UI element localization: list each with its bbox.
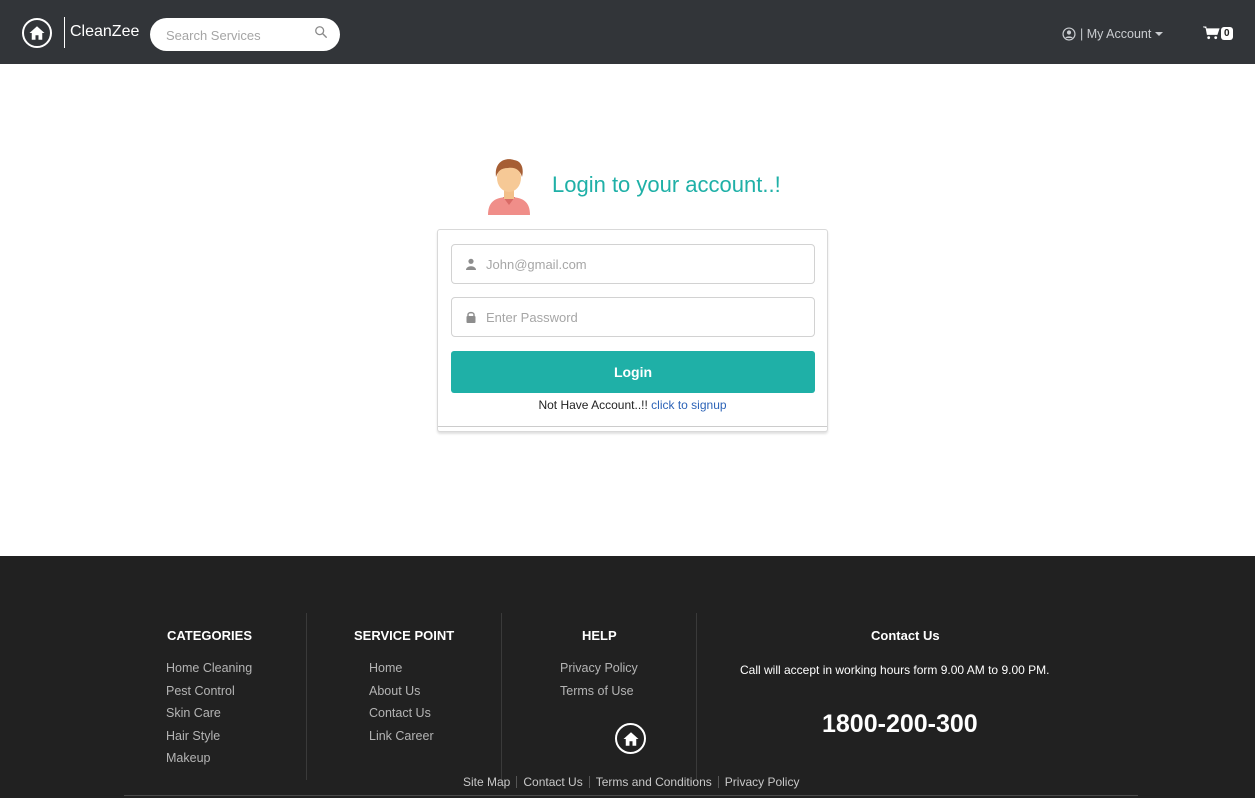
search-input[interactable] bbox=[166, 26, 306, 44]
card-divider bbox=[438, 426, 827, 427]
contact-phone: 1800-200-300 bbox=[822, 710, 978, 738]
contact-title: Contact Us bbox=[871, 628, 940, 643]
footer-link-help[interactable]: Privacy Policy bbox=[560, 657, 638, 680]
footer-bottom-link[interactable]: Contact Us bbox=[517, 775, 588, 789]
brand-name[interactable]: CleanZee bbox=[70, 22, 139, 42]
footer-column-divider bbox=[501, 613, 502, 780]
search-box bbox=[150, 18, 340, 51]
email-field-wrapper bbox=[451, 244, 815, 284]
top-navbar: CleanZee | My Account 0 bbox=[0, 0, 1255, 64]
footer-bottom-link[interactable]: Site Map bbox=[457, 775, 516, 789]
cart-icon bbox=[1203, 26, 1220, 40]
password-field-wrapper bbox=[451, 297, 815, 337]
footer-link-service[interactable]: Home bbox=[369, 657, 434, 680]
home-icon bbox=[29, 26, 45, 40]
footer-link-help[interactable]: Terms of Use bbox=[560, 680, 638, 703]
search-icon[interactable] bbox=[314, 25, 328, 39]
avatar-icon bbox=[488, 159, 530, 215]
footer-link-category[interactable]: Makeup bbox=[166, 747, 252, 770]
footer: CATEGORIES Home Cleaning Pest Control Sk… bbox=[0, 556, 1255, 798]
footer-bottom-link[interactable]: Terms and Conditions bbox=[590, 775, 718, 789]
signup-prompt: Not Have Account..!! click to signup bbox=[438, 397, 827, 413]
cart-count-badge: 0 bbox=[1221, 26, 1233, 40]
help-list: Privacy Policy Terms of Use bbox=[560, 657, 638, 702]
no-account-text: Not Have Account..!! bbox=[538, 398, 652, 412]
footer-home-logo[interactable] bbox=[615, 723, 646, 754]
help-title: HELP bbox=[582, 628, 617, 643]
footer-link-category[interactable]: Home Cleaning bbox=[166, 657, 252, 680]
login-button[interactable]: Login bbox=[451, 351, 815, 393]
signup-link[interactable]: click to signup bbox=[651, 398, 726, 412]
footer-column-divider bbox=[306, 613, 307, 780]
home-logo-button[interactable] bbox=[22, 18, 52, 48]
footer-link-service[interactable]: Link Career bbox=[369, 725, 434, 748]
password-field[interactable] bbox=[486, 308, 796, 326]
footer-link-service[interactable]: Contact Us bbox=[369, 702, 434, 725]
login-card: Login Not Have Account..!! click to sign… bbox=[437, 229, 828, 432]
email-field[interactable] bbox=[486, 255, 796, 273]
footer-column-divider bbox=[696, 613, 697, 780]
login-title: Login to your account..! bbox=[552, 172, 781, 197]
user-circle-icon bbox=[1062, 27, 1076, 41]
footer-link-category[interactable]: Hair Style bbox=[166, 725, 252, 748]
footer-bottom-link[interactable]: Privacy Policy bbox=[719, 775, 806, 789]
categories-title: CATEGORIES bbox=[167, 628, 252, 643]
home-icon bbox=[623, 731, 638, 746]
caret-down-icon bbox=[1155, 32, 1164, 36]
footer-bottom-links: Site Map Contact Us Terms and Conditions… bbox=[457, 775, 805, 789]
service-point-list: Home About Us Contact Us Link Career bbox=[369, 657, 434, 747]
footer-link-category[interactable]: Skin Care bbox=[166, 702, 252, 725]
footer-link-service[interactable]: About Us bbox=[369, 680, 434, 703]
categories-list: Home Cleaning Pest Control Skin Care Hai… bbox=[166, 657, 252, 770]
service-point-title: SERVICE POINT bbox=[354, 628, 455, 643]
user-icon bbox=[466, 258, 476, 270]
my-account-label: | My Account bbox=[1080, 27, 1152, 41]
brand-divider bbox=[64, 17, 65, 48]
footer-bottom-rule bbox=[124, 795, 1138, 796]
contact-hours-note: Call will accept in working hours form 9… bbox=[740, 663, 1050, 677]
my-account-dropdown[interactable]: | My Account bbox=[1062, 25, 1164, 43]
lock-icon bbox=[466, 311, 476, 323]
footer-link-category[interactable]: Pest Control bbox=[166, 680, 252, 703]
cart-button[interactable]: 0 bbox=[1203, 26, 1233, 40]
